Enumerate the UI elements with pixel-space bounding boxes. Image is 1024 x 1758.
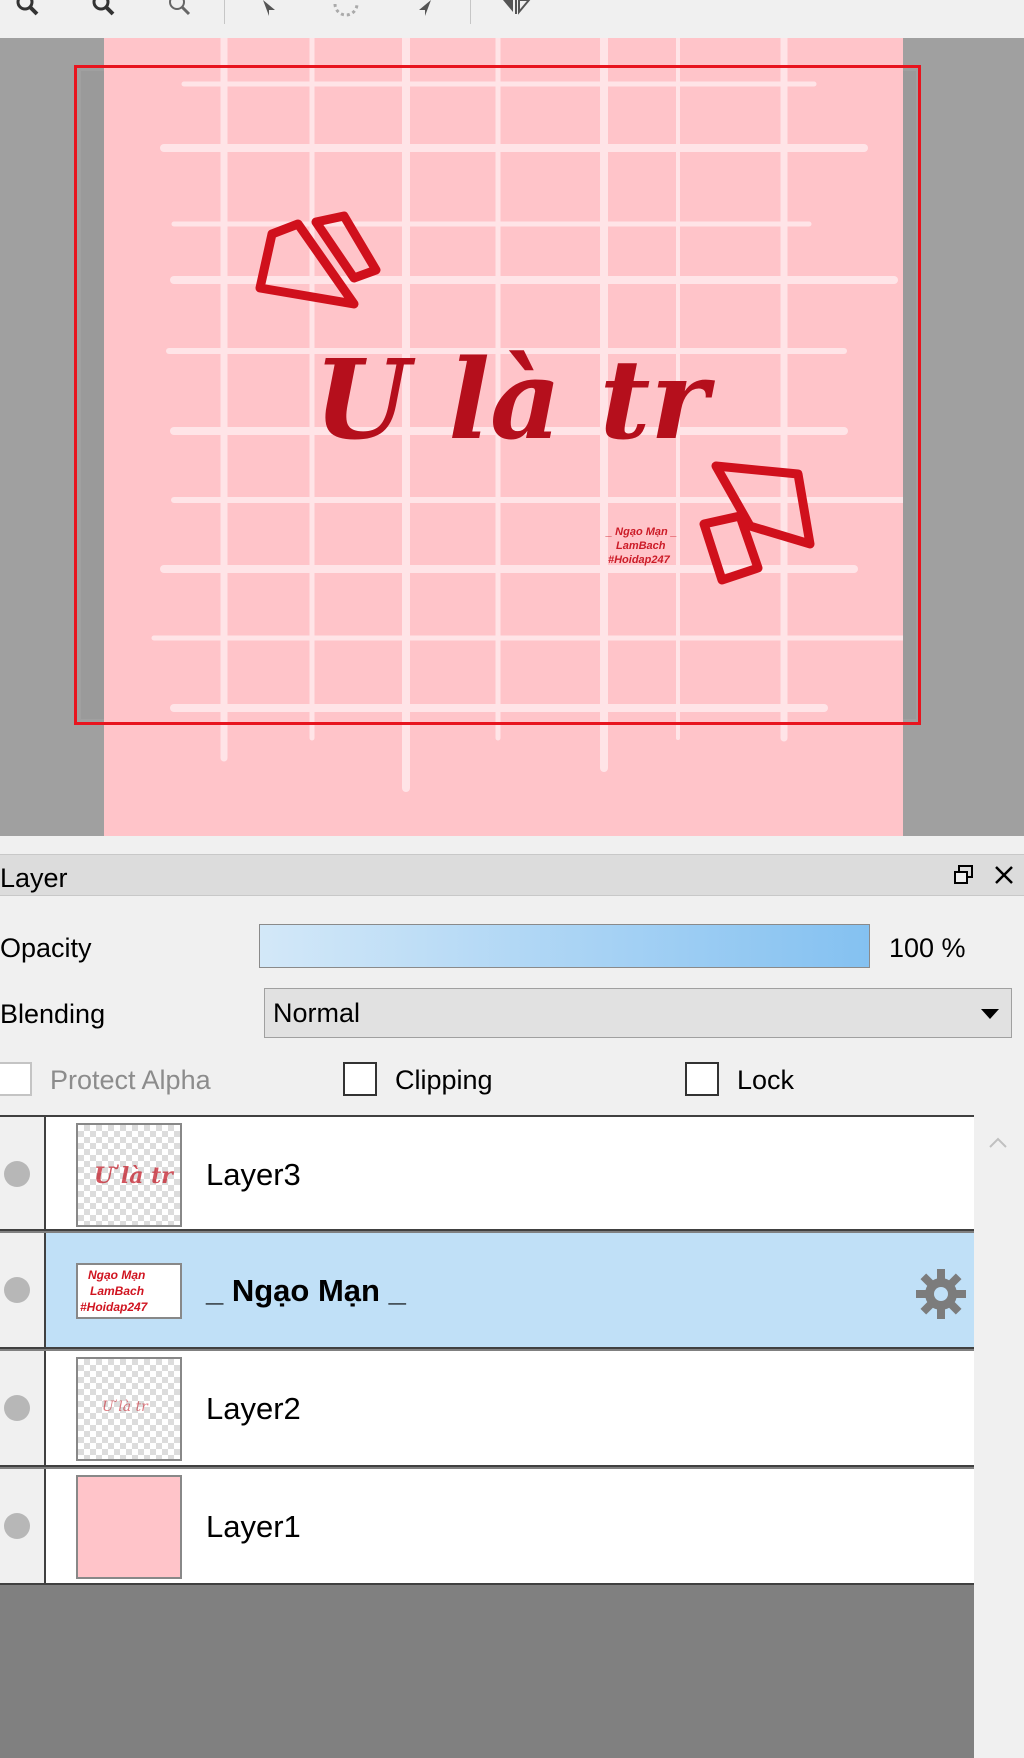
protect-alpha-checkbox[interactable] (0, 1062, 32, 1096)
visibility-icon[interactable] (4, 1277, 30, 1303)
blending-select[interactable]: Normal (264, 988, 1012, 1038)
layer-list-scrollbar[interactable] (974, 1115, 1024, 1758)
layer-row[interactable]: Ư là tr Layer3 (0, 1115, 974, 1231)
layer-list: Ư là tr Layer3 Ngạo Mạn LamBach #Hoidap2… (0, 1115, 974, 1758)
visibility-column (0, 1233, 46, 1347)
opacity-value: 100 % (889, 933, 966, 963)
blending-value: Normal (273, 998, 361, 1028)
layer-row-body[interactable]: Ư là tr Layer3 (46, 1117, 974, 1229)
svg-text:#Hoidap247: #Hoidap247 (80, 1300, 149, 1314)
zoom-out-icon[interactable] (84, 0, 124, 22)
toolbar-separator (224, 0, 225, 24)
reset-rotation-icon[interactable] (326, 0, 366, 22)
lock-label: Lock (737, 1065, 795, 1095)
layer-panel: Layer Opacity 100 % Blending Normal Prot… (0, 836, 1024, 1758)
layer-row-body[interactable]: Layer1 (46, 1469, 974, 1583)
panel-title: Layer (0, 863, 68, 893)
visibility-icon[interactable] (4, 1513, 30, 1539)
float-panel-icon[interactable] (950, 861, 978, 889)
layer-thumbnail (76, 1475, 182, 1579)
toolbar-separator (470, 0, 471, 24)
visibility-column (0, 1117, 46, 1229)
protect-alpha-label: Protect Alpha (50, 1065, 211, 1095)
selection-rectangle[interactable] (74, 65, 921, 725)
rotate-left-icon[interactable] (250, 0, 290, 22)
layer-row-selected[interactable]: Ngạo Mạn LamBach #Hoidap247 _ Ngạo Mạn _ (0, 1233, 974, 1349)
layer-row-body[interactable]: Ngạo Mạn LamBach #Hoidap247 _ Ngạo Mạn _ (46, 1233, 974, 1347)
close-panel-icon[interactable] (990, 861, 1018, 889)
svg-text:LamBach: LamBach (90, 1284, 144, 1298)
layer-panel-titlebar[interactable]: Layer (0, 854, 1024, 896)
blending-label: Blending (0, 999, 106, 1029)
canvas-toolbar (0, 0, 1024, 38)
visibility-icon[interactable] (4, 1161, 30, 1187)
zoom-in-icon[interactable] (8, 0, 48, 22)
chevron-up-icon[interactable] (988, 1137, 1008, 1149)
flip-icon[interactable] (496, 0, 536, 22)
svg-text:Ư là tr: Ư là tr (94, 1163, 174, 1189)
zoom-fit-icon[interactable] (160, 0, 200, 22)
rotate-right-icon[interactable] (404, 0, 444, 22)
visibility-column (0, 1469, 46, 1583)
chevron-down-icon (981, 1009, 999, 1019)
visibility-column (0, 1351, 46, 1465)
layer-name: Layer3 (206, 1157, 301, 1192)
opacity-slider[interactable] (259, 924, 870, 968)
clipping-label: Clipping (395, 1065, 493, 1095)
layer-name: Layer2 (206, 1391, 301, 1426)
canvas-area[interactable]: U là tr _ Ngạo Mạn _ LamBach #Hoidap247 (0, 38, 1024, 836)
layer-row[interactable]: Ư là tr Layer2 (0, 1351, 974, 1467)
layer-row-body[interactable]: Ư là tr Layer2 (46, 1351, 974, 1465)
layer-name: _ Ngạo Mạn _ (206, 1273, 406, 1308)
layer-row[interactable]: Layer1 (0, 1469, 974, 1585)
gear-icon[interactable] (914, 1267, 968, 1321)
lock-checkbox[interactable] (685, 1062, 719, 1096)
svg-text:Ngạo Mạn: Ngạo Mạn (88, 1268, 145, 1282)
layer-thumbnail: Ư là tr (76, 1357, 182, 1461)
opacity-label: Opacity (0, 933, 92, 963)
layer-thumbnail: Ư là tr (76, 1123, 182, 1227)
svg-text:Ư là tr: Ư là tr (102, 1399, 149, 1415)
layer-thumbnail: Ngạo Mạn LamBach #Hoidap247 (76, 1263, 182, 1319)
layer-name: Layer1 (206, 1509, 301, 1544)
visibility-icon[interactable] (4, 1395, 30, 1421)
clipping-checkbox[interactable] (343, 1062, 377, 1096)
